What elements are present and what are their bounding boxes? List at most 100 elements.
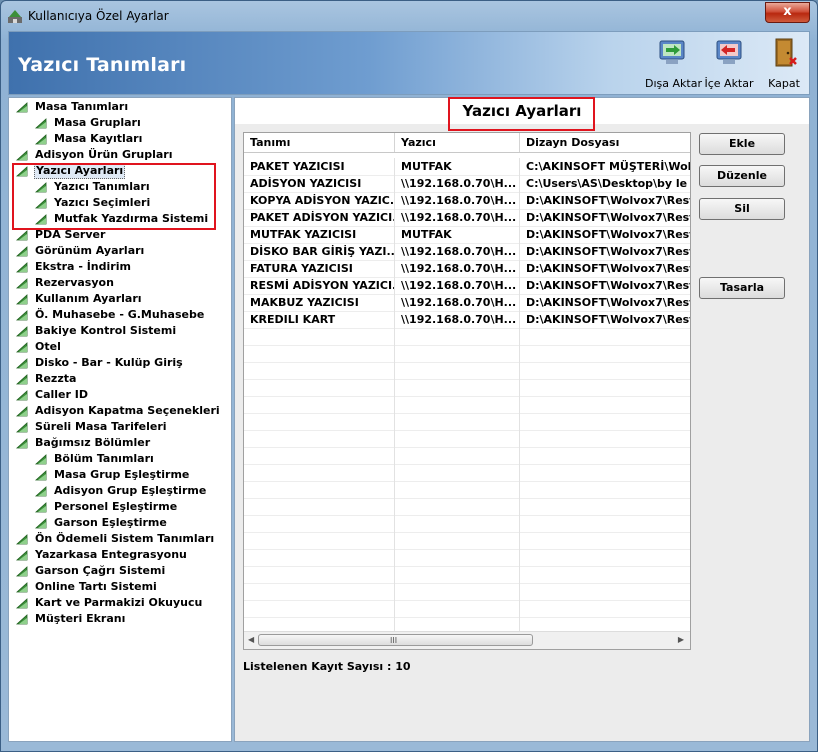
tree-node-icon	[16, 102, 28, 113]
table-row[interactable]	[244, 379, 690, 397]
table-row[interactable]: PAKET ADİSYON YAZICI... \\192.168.0.70\H.…	[244, 209, 690, 227]
table-cell	[520, 328, 690, 345]
horizontal-scrollbar[interactable]: ◀ III ▶	[244, 631, 690, 649]
table-cell	[395, 498, 520, 515]
table-row[interactable]	[244, 498, 690, 516]
table-row[interactable]: RESMİ ADİSYON YAZICI... \\192.168.0.70\H.…	[244, 277, 690, 295]
table-cell	[520, 532, 690, 549]
tree-node-icon	[16, 294, 28, 305]
export-icon	[659, 40, 685, 64]
table-cell	[395, 481, 520, 498]
table-row[interactable]	[244, 345, 690, 363]
column-header-yazici[interactable]: Yazıcı	[395, 133, 520, 152]
main-panel: Yazıcı Ayarları Tanımı Yazıcı Dizayn Dos…	[234, 97, 810, 742]
delete-button[interactable]: Sil	[699, 198, 785, 220]
table-row[interactable]	[244, 600, 690, 618]
table-cell	[244, 345, 395, 362]
table-cell	[520, 396, 690, 413]
table-cell	[520, 583, 690, 600]
table-row[interactable]: MAKBUZ YAZICISI \\192.168.0.70\H... D:\AKI…	[244, 294, 690, 312]
table-cell	[244, 481, 395, 498]
table-cell	[520, 345, 690, 362]
scroll-grip: III	[390, 636, 398, 645]
exit-door-icon	[775, 38, 797, 67]
table-cell: KOPYA ADİSYON YAZIC...	[244, 192, 395, 209]
table-row[interactable]: DİSKO BAR GİRİŞ YAZI... \\192.168.0.70\H.…	[244, 243, 690, 261]
table-cell	[244, 515, 395, 532]
tree-node-icon	[16, 422, 28, 433]
tree-node-icon	[16, 150, 28, 161]
table-row[interactable]: KOPYA ADİSYON YAZIC... \\192.168.0.70\H..…	[244, 192, 690, 210]
tree-node-icon	[16, 614, 28, 625]
page-title: Yazıcı Tanımları	[18, 54, 187, 76]
table-cell: D:\AKINSOFT\Wolvox7\Resta	[520, 260, 690, 277]
tree-node-icon	[16, 326, 28, 337]
window-close-button[interactable]: x	[765, 2, 810, 23]
table-row[interactable]	[244, 413, 690, 431]
tree-node-icon	[16, 278, 28, 289]
table-cell	[520, 498, 690, 515]
table-row[interactable]	[244, 481, 690, 499]
table-row[interactable]	[244, 447, 690, 465]
close-app-button[interactable]: Kapat	[763, 38, 805, 90]
scroll-thumb[interactable]: III	[258, 634, 533, 646]
tree-item-label: Adisyon Ürün Grupları	[35, 148, 173, 161]
table-cell: C:\Users\AS\Desktop\by le ja	[520, 175, 690, 192]
column-header-tanimi[interactable]: Tanımı	[244, 133, 395, 152]
table-cell	[395, 396, 520, 413]
table-row[interactable]: KREDILI KART \\192.168.0.70\H... D:\AKINSO…	[244, 311, 690, 329]
tree-node-icon	[35, 486, 47, 497]
tree-node-icon	[16, 358, 28, 369]
tree-node-icon	[35, 118, 47, 129]
tree-item-label: Ö. Muhasebe - G.Muhasebe	[35, 308, 205, 321]
tree-item-label: Bakiye Kontrol Sistemi	[35, 324, 177, 337]
title-bar[interactable]: Kullanıcıya Özel Ayarlar x	[1, 1, 817, 31]
table-row[interactable]	[244, 532, 690, 550]
table-cell	[395, 345, 520, 362]
highlight-box-tree	[12, 163, 216, 230]
table-cell	[395, 362, 520, 379]
table-cell	[244, 379, 395, 396]
table-row[interactable]	[244, 566, 690, 584]
table-row[interactable]	[244, 515, 690, 533]
table-cell: D:\AKINSOFT\Wolvox7\Resta	[520, 243, 690, 260]
table-cell	[244, 464, 395, 481]
table-cell: ADİSYON YAZICISI	[244, 175, 395, 192]
table-row[interactable]	[244, 583, 690, 601]
table-row[interactable]	[244, 328, 690, 346]
column-header-dizayn[interactable]: Dizayn Dosyası	[520, 133, 690, 152]
table-cell: \\192.168.0.70\H...	[395, 294, 520, 311]
scroll-left-icon[interactable]: ◀	[248, 635, 254, 644]
table-row[interactable]: MUTFAK YAZICISI MUTFAK D:\AKINSOFT\Wolvox7…	[244, 226, 690, 244]
export-button[interactable]: Dışa Aktar	[645, 38, 702, 90]
import-icon	[716, 40, 742, 64]
tree-node-icon	[35, 454, 47, 465]
table-cell	[520, 464, 690, 481]
table-row[interactable]	[244, 549, 690, 567]
table-row[interactable]	[244, 362, 690, 380]
tree-item-label: Ekstra - İndirim	[35, 260, 131, 273]
table-row[interactable]: PAKET YAZICISI MUTFAK C:\AKINSOFT MÜŞTERİ\…	[244, 158, 690, 176]
table-cell: MAKBUZ YAZICISI	[244, 294, 395, 311]
table-row[interactable]	[244, 430, 690, 448]
table-cell	[520, 362, 690, 379]
table-cell: MUTFAK	[395, 158, 520, 175]
add-button[interactable]: Ekle	[699, 133, 785, 155]
scroll-right-icon[interactable]: ▶	[678, 635, 684, 644]
tree-node-icon	[16, 390, 28, 401]
table-cell	[395, 328, 520, 345]
table-row[interactable]	[244, 464, 690, 482]
design-button[interactable]: Tasarla	[699, 277, 785, 299]
table-cell: \\192.168.0.70\H...	[395, 243, 520, 260]
table-header: Tanımı Yazıcı Dizayn Dosyası	[244, 133, 690, 153]
table-cell	[395, 464, 520, 481]
tree-node-icon	[16, 406, 28, 417]
table-row[interactable]: ADİSYON YAZICISI \\192.168.0.70\H... C:\Us…	[244, 175, 690, 193]
edit-button[interactable]: Düzenle	[699, 165, 785, 187]
import-button[interactable]: İçe Aktar	[702, 38, 756, 90]
record-count: Listelenen Kayıt Sayısı : 10	[243, 660, 411, 673]
table-row[interactable]: FATURA YAZICISI \\192.168.0.70\H... D:\AKI…	[244, 260, 690, 278]
printer-table[interactable]: Tanımı Yazıcı Dizayn Dosyası PAKET YAZIC…	[243, 132, 691, 650]
tree-item-label: Otel	[35, 340, 61, 353]
table-row[interactable]	[244, 396, 690, 414]
